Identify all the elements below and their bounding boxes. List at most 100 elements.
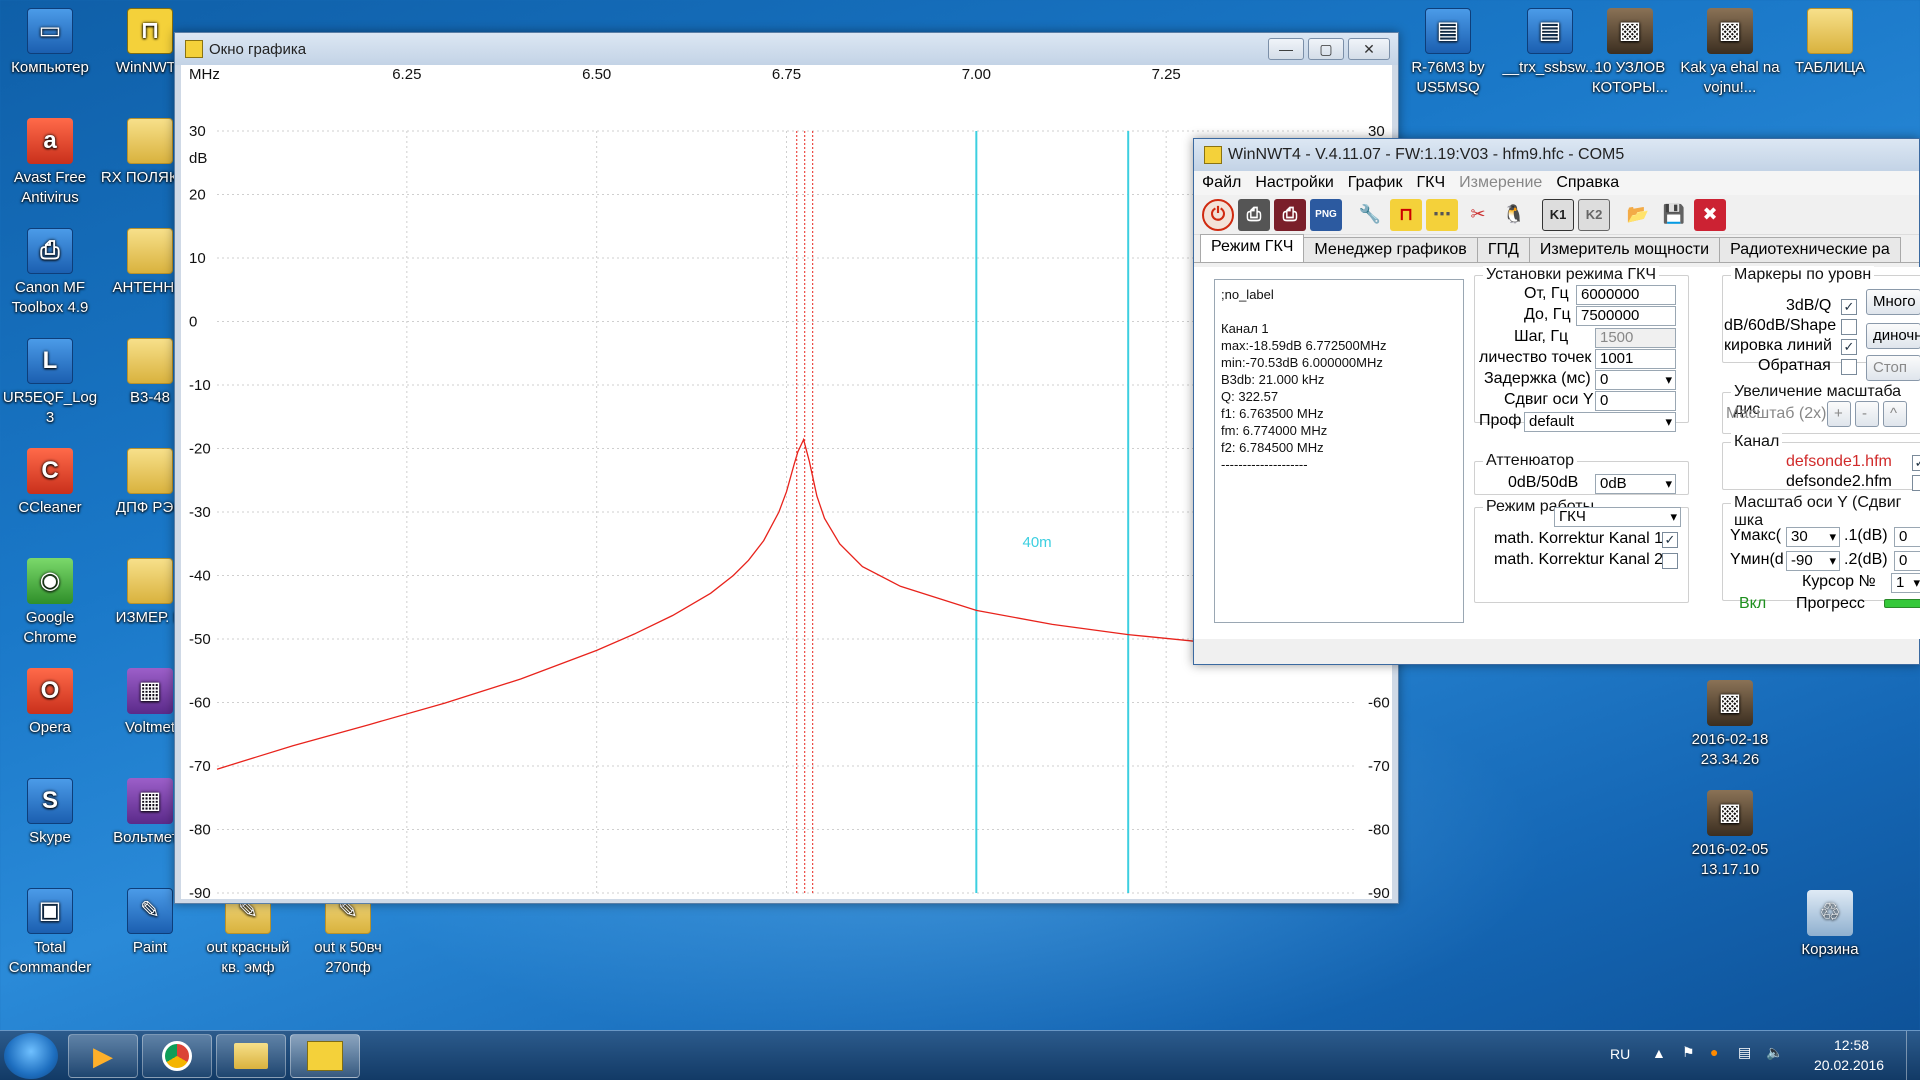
y-shift-1-field[interactable]: 0 bbox=[1894, 527, 1920, 547]
single-sweep-button[interactable]: диночн bbox=[1866, 323, 1920, 349]
k2-calibrate-icon[interactable]: K2 bbox=[1578, 198, 1610, 231]
from-frequency-field[interactable]: 6000000 bbox=[1576, 285, 1676, 305]
start-button[interactable] bbox=[4, 1033, 58, 1079]
stop-button[interactable]: Стоп bbox=[1866, 355, 1920, 381]
taskbar-chrome[interactable] bbox=[142, 1034, 212, 1078]
cursor-select[interactable]: 1 bbox=[1891, 573, 1920, 593]
to-frequency-field[interactable]: 7500000 bbox=[1576, 306, 1676, 326]
tab-graph-manager[interactable]: Менеджер графиков bbox=[1303, 237, 1478, 262]
y-shift-2-field[interactable]: 0 bbox=[1894, 551, 1920, 571]
step-field[interactable]: 1500 bbox=[1595, 328, 1676, 348]
maximize-button[interactable]: ▢ bbox=[1308, 38, 1344, 60]
taskbar-media-player[interactable]: ▶ bbox=[68, 1034, 138, 1078]
desktop-icon-label: R-76M3 by US5MSQ bbox=[1411, 59, 1485, 96]
correction-channel-1-checkbox[interactable]: ✓ bbox=[1662, 532, 1678, 548]
desktop-icon[interactable]: ♲ Корзина bbox=[1780, 890, 1880, 960]
tab-vfo[interactable]: ГПД bbox=[1476, 237, 1530, 262]
desktop-icon[interactable]: ◉ Google Chrome bbox=[0, 558, 100, 648]
clock-time[interactable]: 12:58 bbox=[1834, 1037, 1869, 1053]
sweep-mode-pane: ;no_label Канал 1 max:-18.59dB 6.772500MHz… bbox=[1194, 266, 1920, 639]
tray-expand-icon[interactable]: ▲ bbox=[1652, 1045, 1666, 1061]
desktop-icon[interactable]: ▤ R-76M3 by US5MSQ bbox=[1398, 8, 1498, 98]
y-min-select[interactable]: -90 bbox=[1786, 551, 1840, 571]
tab-radio-calc[interactable]: Радиотехнические ра bbox=[1719, 237, 1901, 262]
shape-checkbox[interactable] bbox=[1841, 319, 1857, 335]
taskbar-explorer[interactable] bbox=[216, 1034, 286, 1078]
menu-settings[interactable]: Настройки bbox=[1255, 174, 1333, 192]
tab-sweep-mode[interactable]: Режим ГКЧ bbox=[1200, 234, 1305, 262]
menu-help[interactable]: Справка bbox=[1556, 174, 1619, 192]
winnwt-icon: ⊓ bbox=[127, 8, 173, 54]
channel-2-file: defsonde2.hfm bbox=[1786, 473, 1892, 490]
lines-checkbox[interactable]: ✓ bbox=[1841, 339, 1857, 355]
correction-channel-2-checkbox[interactable] bbox=[1662, 553, 1678, 569]
profile-select[interactable]: default bbox=[1524, 412, 1676, 432]
delete-curve-icon[interactable]: ✖ bbox=[1694, 198, 1726, 231]
network-icon[interactable]: ▤ bbox=[1738, 1044, 1751, 1061]
desktop-icon[interactable]: S Skype bbox=[0, 778, 100, 848]
photo-icon: ▩ bbox=[1707, 8, 1753, 54]
print-icon[interactable]: ⎙ bbox=[1238, 198, 1270, 231]
desktop-icon[interactable]: ▭ Компьютер bbox=[0, 8, 100, 78]
sweep-dots-icon[interactable]: ⋯ bbox=[1426, 198, 1458, 231]
zoom-label: Масштаб (2x) bbox=[1726, 405, 1827, 422]
flag-icon[interactable]: ⚑ bbox=[1682, 1044, 1695, 1061]
zoom-plus-button[interactable]: + bbox=[1827, 401, 1851, 427]
q3db-checkbox[interactable]: ✓ bbox=[1841, 299, 1857, 315]
wrench-icon[interactable]: 🔧 bbox=[1354, 199, 1386, 231]
measurement-info-box[interactable]: ;no_label Канал 1 max:-18.59dB 6.772500MHz… bbox=[1214, 279, 1464, 623]
points-field[interactable]: 1001 bbox=[1595, 349, 1676, 369]
clock-date[interactable]: 20.02.2016 bbox=[1814, 1057, 1884, 1073]
minimize-button[interactable]: — bbox=[1268, 38, 1304, 60]
winnwt-titlebar[interactable]: WinNWT4 - V.4.11.07 - FW:1.19:V03 - hfm9… bbox=[1194, 139, 1919, 171]
y-max-select[interactable]: 30 bbox=[1786, 527, 1840, 547]
cursor-label: Курсор № bbox=[1802, 573, 1876, 590]
graph-window-titlebar[interactable]: Окно графика — ▢ ✕ bbox=[175, 33, 1398, 65]
linux-icon[interactable]: 🐧 bbox=[1498, 199, 1530, 231]
channel-1-checkbox[interactable]: ✓ bbox=[1912, 455, 1920, 471]
reverse-checkbox[interactable] bbox=[1841, 359, 1857, 375]
volume-icon[interactable]: 🔈 bbox=[1766, 1044, 1783, 1061]
zoom-minus-button[interactable]: - bbox=[1855, 401, 1879, 427]
k1-calibrate-icon[interactable]: K1 bbox=[1542, 198, 1574, 231]
show-desktop-button[interactable] bbox=[1906, 1031, 1920, 1080]
language-indicator[interactable]: RU bbox=[1610, 1046, 1630, 1062]
desktop-icon[interactable]: ▣ Total Commander bbox=[0, 888, 100, 978]
winnwt-main-window[interactable]: WinNWT4 - V.4.11.07 - FW:1.19:V03 - hfm9… bbox=[1193, 138, 1920, 665]
multiple-sweep-button[interactable]: Много р bbox=[1866, 289, 1920, 315]
png-export-icon[interactable]: PNG bbox=[1310, 198, 1342, 231]
save-icon[interactable]: 💾 bbox=[1658, 199, 1690, 231]
menu-file[interactable]: Файл bbox=[1202, 174, 1241, 192]
desktop-icon[interactable]: a Avast Free Antivirus bbox=[0, 118, 100, 208]
power-icon[interactable]: ⏻ bbox=[1202, 198, 1234, 231]
desktop-icon[interactable]: O Opera bbox=[0, 668, 100, 738]
avast-tray-icon[interactable]: ● bbox=[1710, 1044, 1718, 1060]
close-button[interactable]: ✕ bbox=[1348, 38, 1390, 60]
delay-select[interactable]: 0 bbox=[1595, 370, 1676, 390]
y-shift-field[interactable]: 0 bbox=[1595, 391, 1676, 411]
y-min-label: Yмин(d bbox=[1730, 551, 1784, 568]
desktop-icon[interactable]: ТАБЛИЦА bbox=[1780, 8, 1880, 78]
menu-graph[interactable]: График bbox=[1348, 174, 1403, 192]
open-folder-icon[interactable]: 📂 bbox=[1622, 199, 1654, 231]
desktop-icon[interactable]: L UR5EQF_Log 3 bbox=[0, 338, 100, 428]
channel-2-checkbox[interactable] bbox=[1912, 475, 1920, 491]
desktop-icon[interactable]: ▩ 2016-02-18 23.34.26 bbox=[1680, 680, 1780, 770]
tools-icon[interactable]: ✂ bbox=[1462, 199, 1494, 231]
taskbar-winnwt[interactable] bbox=[290, 1034, 360, 1078]
desktop-icon[interactable]: ▩ Kak ya ehal na vojnu!... bbox=[1680, 8, 1780, 98]
desktop-icon[interactable]: C CCleaner bbox=[0, 448, 100, 518]
tab-power-meter[interactable]: Измеритель мощности bbox=[1528, 237, 1721, 262]
menu-measure[interactable]: Измерение bbox=[1459, 174, 1542, 192]
zoom-up-button[interactable]: ^ bbox=[1883, 401, 1907, 427]
mode-select[interactable]: ГКЧ bbox=[1554, 507, 1681, 527]
desktop-icon[interactable]: ▩ 2016-02-05 13.17.10 bbox=[1680, 790, 1780, 880]
print-color-icon[interactable]: ⎙ bbox=[1274, 198, 1306, 231]
skype-icon: S bbox=[27, 778, 73, 824]
sweep-icon[interactable]: ⊓ bbox=[1390, 198, 1422, 231]
menu-sweep[interactable]: ГКЧ bbox=[1416, 174, 1445, 192]
response-curve bbox=[216, 437, 1205, 770]
desktop-icon[interactable]: ▩ 10 УЗЛОВ КОТОРЫ... bbox=[1580, 8, 1680, 98]
desktop-icon[interactable]: ⎙ Canon MF Toolbox 4.9 bbox=[0, 228, 100, 318]
attenuator-select[interactable]: 0dB bbox=[1595, 474, 1676, 494]
